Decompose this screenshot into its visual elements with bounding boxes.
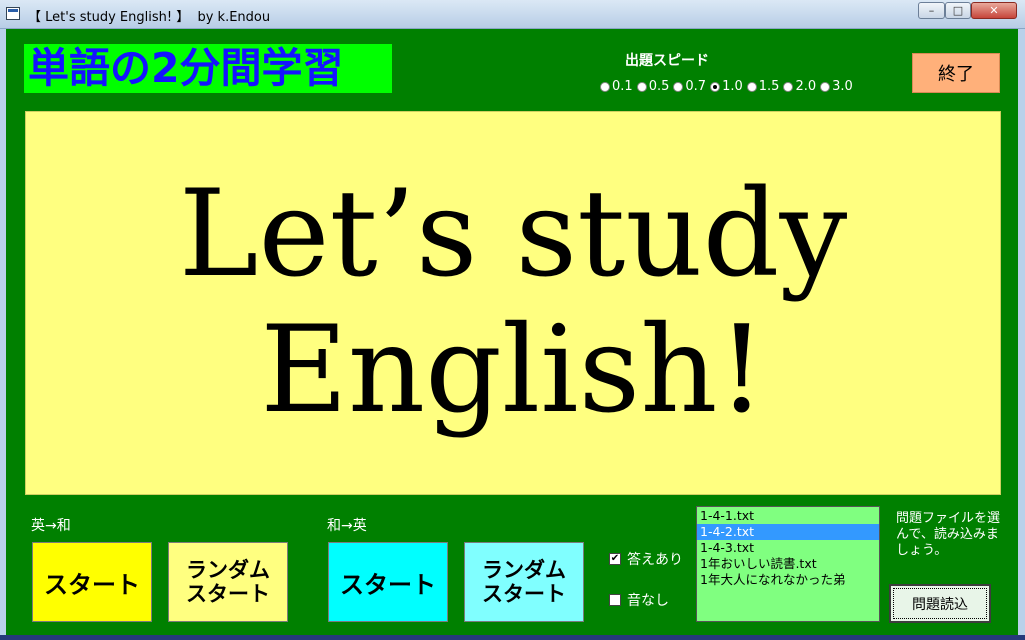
speed-option-label: 1.0 bbox=[722, 79, 743, 94]
file-hint-text: 問題ファイルを選んで、読み込みましょう。 bbox=[896, 511, 1001, 558]
file-list-item[interactable]: 1年大人になれなかった弟 bbox=[697, 572, 879, 588]
ja-to-en-random-start-button[interactable]: ランダム スタート bbox=[464, 542, 584, 622]
word-display: Let’s study English! bbox=[25, 111, 1001, 495]
speed-radio[interactable] bbox=[673, 81, 684, 92]
speed-option[interactable]: 0.5 bbox=[636, 79, 670, 94]
speed-option-label: 0.1 bbox=[612, 79, 633, 94]
speed-option-label: 1.5 bbox=[758, 79, 780, 94]
window-title: 【 Let's study English! 】 by k.Endou bbox=[28, 10, 271, 25]
app-window-icon[interactable] bbox=[6, 7, 20, 20]
en-to-ja-random-start-button[interactable]: ランダム スタート bbox=[168, 542, 288, 622]
speed-option[interactable]: 1.0 bbox=[710, 79, 743, 94]
en-to-ja-start-button[interactable]: スタート bbox=[32, 542, 152, 622]
speed-radio[interactable] bbox=[820, 81, 831, 92]
speed-radio[interactable] bbox=[710, 81, 721, 92]
display-text: Let’s study English! bbox=[63, 167, 963, 439]
problem-file-list[interactable]: 1-4-1.txt 1-4-2.txt 1-4-3.txt 1年おいしい読書.txt 1… bbox=[696, 506, 880, 622]
speed-option[interactable]: 2.0 bbox=[783, 79, 816, 94]
file-list-item[interactable]: 1年おいしい読書.txt bbox=[697, 556, 879, 572]
ja-to-en-start-button[interactable]: スタート bbox=[328, 542, 448, 622]
speed-radio[interactable] bbox=[783, 81, 794, 92]
show-answer-checkbox[interactable]: ✔ 答えあり bbox=[609, 549, 683, 569]
maximize-button[interactable]: □ bbox=[945, 2, 971, 19]
speed-option[interactable]: 3.0 bbox=[820, 79, 853, 94]
minimize-button[interactable]: – bbox=[918, 2, 945, 19]
speed-radio[interactable] bbox=[636, 81, 647, 92]
exit-button[interactable]: 終了 bbox=[912, 53, 1000, 93]
ja-to-en-random-line-1: ランダム bbox=[482, 558, 566, 582]
file-list-item[interactable]: 1-4-2.txt bbox=[697, 524, 879, 540]
speed-radio[interactable] bbox=[746, 81, 757, 92]
mute-box[interactable] bbox=[609, 594, 621, 606]
speed-option-label: 3.0 bbox=[832, 79, 853, 94]
speed-radio[interactable] bbox=[600, 81, 610, 92]
en-to-ja-random-line-2: スタート bbox=[186, 582, 270, 606]
taskbar-edge bbox=[0, 635, 1025, 640]
display-line-2: English! bbox=[260, 301, 766, 440]
app-window: 【 Let's study English! 】 by k.Endou – □ … bbox=[0, 0, 1025, 640]
file-list-item[interactable]: 1-4-1.txt bbox=[697, 508, 879, 524]
ja-to-en-label: 和→英 bbox=[327, 518, 367, 534]
speed-option[interactable]: 0.7 bbox=[673, 79, 706, 94]
speed-option[interactable]: 1.5 bbox=[746, 79, 780, 94]
load-problem-button[interactable]: 問題読込 bbox=[889, 584, 991, 623]
app-title: 単語の2分間学習 bbox=[24, 44, 392, 93]
file-list-item[interactable]: 1-4-3.txt bbox=[697, 540, 879, 556]
mute-checkbox[interactable]: 音なし bbox=[609, 590, 669, 610]
mute-label: 音なし bbox=[627, 593, 669, 609]
show-answer-box[interactable]: ✔ bbox=[609, 553, 621, 565]
main-panel: 単語の2分間学習 出題スピード 0.1 0.5 0.7 1.0 1.5 2.0 3.0 終了… bbox=[6, 29, 1018, 635]
display-line-1: Let’s study bbox=[178, 165, 848, 304]
title-bar[interactable]: 【 Let's study English! 】 by k.Endou – □ … bbox=[0, 0, 1025, 29]
speed-option-label: 2.0 bbox=[795, 79, 817, 94]
close-button[interactable]: ✕ bbox=[971, 2, 1017, 19]
speed-option-label: 0.7 bbox=[685, 79, 707, 94]
speed-label: 出題スピード bbox=[625, 53, 709, 69]
ja-to-en-random-line-2: スタート bbox=[482, 582, 566, 606]
en-to-ja-label: 英→和 bbox=[31, 518, 71, 534]
speed-option[interactable]: 0.1 bbox=[600, 79, 633, 94]
en-to-ja-random-line-1: ランダム bbox=[186, 558, 270, 582]
show-answer-label: 答えあり bbox=[627, 552, 683, 568]
speed-radio-group: 0.1 0.5 0.7 1.0 1.5 2.0 3.0 bbox=[600, 79, 857, 94]
speed-option-label: 0.5 bbox=[648, 79, 670, 94]
